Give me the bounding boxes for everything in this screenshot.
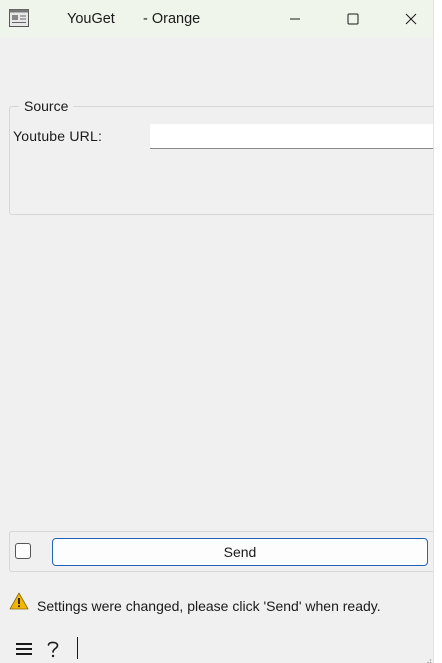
close-button[interactable]	[382, 0, 433, 37]
minimize-button[interactable]	[266, 0, 324, 37]
youtube-url-input[interactable]	[150, 124, 433, 149]
source-group-title: Source	[19, 97, 74, 115]
window-title: YouGet - Orange	[67, 11, 200, 27]
window-title-suffix: - Orange	[143, 11, 201, 27]
source-groupbox	[9, 106, 433, 215]
minimize-icon	[290, 18, 300, 19]
warning-icon	[9, 592, 29, 610]
auto-send-checkbox[interactable]	[15, 543, 31, 559]
footer-divider	[77, 637, 78, 659]
hamburger-menu-icon[interactable]	[16, 642, 32, 656]
maximize-button[interactable]	[324, 0, 382, 37]
title-bar[interactable]: YouGet - Orange	[0, 0, 433, 37]
resize-grip-icon[interactable]	[424, 653, 432, 663]
document-list-icon[interactable]	[9, 9, 29, 27]
close-icon	[405, 13, 417, 24]
youtube-url-label: Youtube URL:	[13, 128, 103, 144]
youget-widget-window: YouGet - Orange Source Youtube URL: Send	[0, 0, 434, 663]
window-title-app: YouGet	[67, 11, 115, 27]
help-icon[interactable]	[45, 639, 61, 659]
send-button[interactable]: Send	[52, 538, 428, 566]
maximize-icon	[347, 13, 359, 24]
status-message: Settings were changed, please click 'Sen…	[37, 598, 381, 614]
